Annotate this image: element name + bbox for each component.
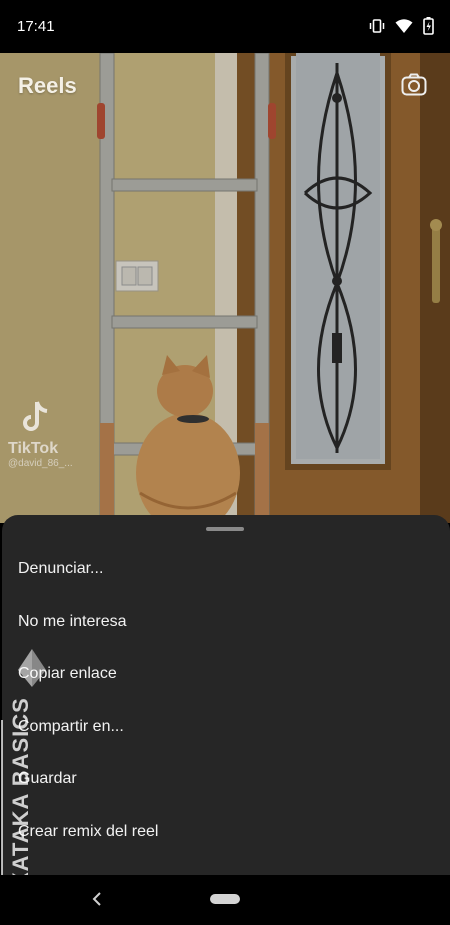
menu-item-remix[interactable]: Crear remix del reel: [2, 812, 450, 865]
tiktok-username: @david_86_...: [8, 458, 73, 469]
reels-title: Reels: [18, 73, 77, 98]
watermark-text: XATAKA BASICS: [8, 697, 33, 887]
status-icons: [369, 17, 434, 35]
vibrate-icon: [369, 19, 385, 33]
tiktok-brand-label: TikTok: [8, 440, 59, 457]
tiktok-logo-icon: [23, 401, 48, 431]
system-nav-bar: [0, 875, 450, 925]
menu-item-not-interested[interactable]: No me interesa: [2, 602, 450, 655]
menu-item-share-to[interactable]: Compartir en...: [2, 707, 450, 760]
menu-item-copy-link[interactable]: Copiar enlace: [2, 654, 450, 707]
video-dim-overlay: [0, 53, 450, 523]
reel-video[interactable]: Reels TikTok @david_86_...: [0, 53, 450, 523]
camera-icon[interactable]: [400, 71, 428, 99]
menu-item-report[interactable]: Denunciar...: [2, 549, 450, 602]
home-pill-icon[interactable]: [210, 894, 240, 904]
wifi-icon: [395, 19, 413, 33]
status-bar: 17:41: [0, 0, 450, 53]
reel-options-sheet: Denunciar... No me interesa Copiar enlac…: [2, 515, 450, 875]
options-menu: Denunciar... No me interesa Copiar enlac…: [2, 549, 450, 864]
back-icon[interactable]: [90, 890, 104, 908]
menu-item-save[interactable]: Guardar: [2, 759, 450, 812]
sheet-drag-handle[interactable]: [206, 527, 244, 531]
status-time: 17:41: [17, 18, 55, 35]
battery-charging-icon: [423, 17, 434, 35]
watermark-logo-icon: [18, 649, 46, 687]
